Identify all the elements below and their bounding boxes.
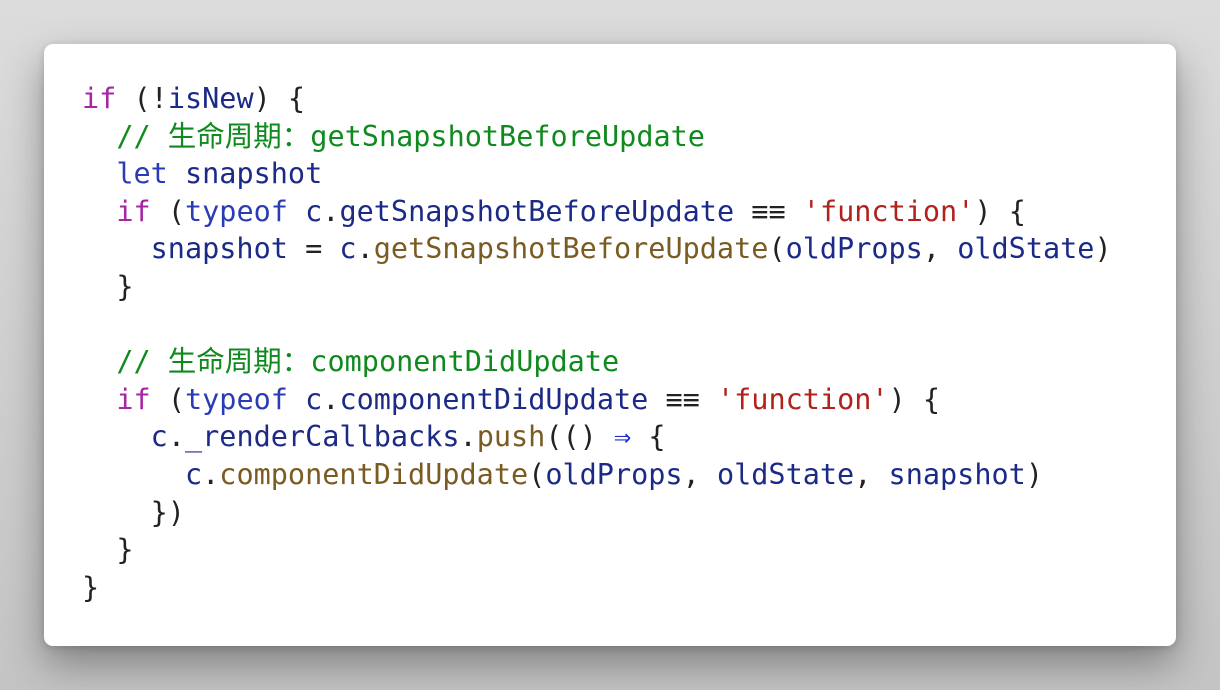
- code-line: let snapshot: [82, 155, 1112, 193]
- code-line: snapshot = c.getSnapshotBeforeUpdate(old…: [82, 230, 1112, 268]
- code-token: oldState: [957, 232, 1095, 266]
- code-line: if (typeof c.componentDidUpdate ≡≡ 'func…: [82, 381, 1112, 419]
- code-token: c: [305, 194, 323, 228]
- code-token: }): [82, 495, 185, 529]
- code-token: push: [476, 420, 546, 454]
- code-token: (: [528, 457, 546, 491]
- code-token: .: [202, 457, 220, 491]
- code-token: 'function': [802, 194, 975, 228]
- code-token: if: [116, 194, 151, 228]
- code-token: if: [116, 382, 151, 416]
- code-token: c: [305, 382, 323, 416]
- code-token: // 生命周期：componentDidUpdate: [116, 345, 620, 379]
- code-token: snapshot: [150, 232, 288, 266]
- code-token: oldProps: [545, 457, 683, 491]
- code-line: if (!isNew) {: [82, 80, 1112, 118]
- code-token: }: [82, 269, 134, 303]
- code-token: componentDidUpdate: [339, 382, 649, 416]
- code-token: ,: [854, 457, 889, 491]
- code-token: ): [1094, 232, 1112, 266]
- code-token: ) {: [974, 194, 1026, 228]
- code-line: c.componentDidUpdate(oldProps, oldState,…: [82, 456, 1112, 494]
- code-token: ): [1025, 457, 1043, 491]
- code-token: snapshot: [184, 157, 323, 191]
- code-token: .: [322, 382, 340, 416]
- code-token: ≡≡: [665, 382, 700, 416]
- code-line: // 生命周期：getSnapshotBeforeUpdate: [82, 118, 1112, 156]
- code-token: c: [150, 420, 168, 454]
- code-line: c._renderCallbacks.push(() ⇒ {: [82, 418, 1112, 456]
- code-token: (: [768, 232, 786, 266]
- code-line: }: [82, 531, 1112, 569]
- code-token: oldState: [716, 457, 855, 491]
- code-token: =: [287, 232, 340, 266]
- code-token: ,: [922, 232, 958, 266]
- code-token: snapshot: [888, 457, 1026, 491]
- code-token: getSnapshotBeforeUpdate: [339, 194, 735, 228]
- code-token: typeof: [184, 382, 288, 416]
- code-token: componentDidUpdate: [219, 457, 529, 491]
- code-token: 'function': [716, 382, 889, 416]
- code-token: ) {: [888, 382, 941, 416]
- code-token: isNew: [167, 82, 254, 115]
- code-token: }: [82, 533, 134, 567]
- code-token: if: [82, 82, 117, 115]
- code-token: let: [116, 157, 168, 191]
- code-line: }: [82, 569, 1112, 607]
- code-token: ((): [545, 420, 614, 454]
- code-token: (: [150, 194, 185, 228]
- code-block: if (!isNew) { // 生命周期：getSnapshotBeforeU…: [82, 80, 1112, 606]
- code-token: .: [322, 194, 340, 228]
- code-token: oldProps: [785, 232, 923, 266]
- code-token: ≡≡: [751, 194, 786, 228]
- code-token: ⇒: [613, 420, 632, 454]
- code-token: getSnapshotBeforeUpdate: [373, 232, 769, 266]
- code-token: _renderCallbacks: [184, 420, 460, 454]
- code-line: }): [82, 494, 1112, 532]
- code-token: .: [167, 420, 185, 454]
- code-token: typeof: [184, 194, 288, 228]
- code-token: }: [82, 570, 100, 604]
- code-line: if (typeof c.getSnapshotBeforeUpdate ≡≡ …: [82, 193, 1112, 231]
- code-line: }: [82, 268, 1112, 306]
- code-token: // 生命周期：getSnapshotBeforeUpdate: [116, 119, 705, 153]
- code-token: (: [150, 382, 185, 416]
- code-token: c: [184, 457, 203, 491]
- code-token: .: [356, 232, 374, 266]
- code-token: (!: [116, 82, 168, 115]
- code-card: if (!isNew) { // 生命周期：getSnapshotBeforeU…: [44, 44, 1176, 646]
- code-token: c: [339, 232, 357, 266]
- code-token: {: [631, 420, 666, 454]
- code-token: ) {: [253, 82, 306, 115]
- code-token: ,: [682, 457, 717, 491]
- code-line: // 生命周期：componentDidUpdate: [82, 343, 1112, 381]
- code-token: .: [459, 420, 477, 454]
